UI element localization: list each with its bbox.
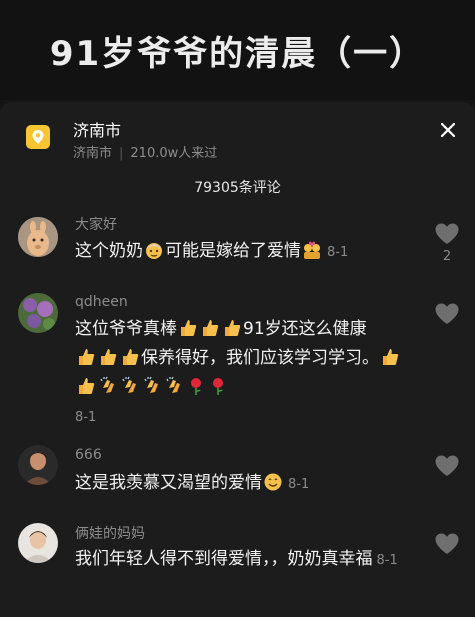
comment-item: qdheen 这位爷爷真棒 91岁还这么健康 保养得好，我们应该学习学习。 8-1 [0, 290, 475, 425]
comment-text-part: 可能是嫁给了爱情 [165, 241, 301, 261]
rose-emoji-icon [191, 378, 201, 395]
location-visitors: 210.0w人来过 [130, 146, 218, 161]
clapping-hands-emoji-icon [122, 376, 136, 393]
thumbs-up-emoji-icon [123, 349, 139, 365]
avatar[interactable] [18, 445, 58, 485]
clapping-hands-emoji-icon [166, 376, 180, 393]
location-city: 济南市 [73, 146, 113, 161]
comment-item: 俩娃的妈妈 我们年轻人得不到得爱情，，奶奶真幸福 8-1 [0, 520, 475, 610]
avatar-alpaca-image [18, 217, 58, 257]
rose-emoji-icon [213, 378, 223, 395]
thumbs-up-emoji-icon [79, 349, 95, 365]
comment-time: 8-1 [75, 410, 97, 425]
thumbs-up-emoji-icon [101, 349, 117, 365]
thumbs-up-emoji-icon [225, 320, 241, 336]
thumbs-up-emoji-icon [181, 320, 197, 336]
comment-text-part: 这是我羡慕又渴望的爱情 [75, 473, 262, 493]
comment-text: 这个奶奶 可能是嫁给了爱情 8-1 [75, 237, 420, 267]
comment-text-part: 91岁还这么健康 [243, 319, 367, 339]
avatar-mother-image [18, 523, 58, 563]
avatar-flowers-image [18, 293, 58, 333]
comment-text-part: 这位爷爷真棒 [75, 319, 177, 339]
comment-username[interactable]: 俩娃的妈妈 [75, 523, 145, 543]
comment-text: 我们年轻人得不到得爱情，，奶奶真幸福 8-1 [75, 545, 420, 575]
comment-time: 8-1 [327, 245, 349, 260]
close-button[interactable] [436, 118, 460, 142]
comment-text-part: 保养得好，我们应该学习学习。 [141, 348, 379, 368]
like-heart-icon[interactable] [434, 454, 460, 478]
clapping-hands-emoji-icon [144, 376, 158, 393]
thumbs-up-emoji-icon [203, 320, 219, 336]
like-heart-icon[interactable] [434, 532, 460, 556]
close-icon [441, 123, 455, 137]
location-pin-glyph [32, 130, 44, 144]
comment-username[interactable]: qdheen [75, 294, 128, 310]
comment-text: 这位爷爷真棒 91岁还这么健康 保养得好，我们应该学习学习。 8-1 [75, 315, 420, 432]
comment-time: 8-1 [288, 477, 310, 492]
comment-item: 666 这是我羡慕又渴望的爱情 8-1 [0, 442, 475, 512]
smiling-face-emoji-icon [264, 473, 282, 491]
thumbs-up-emoji-icon [79, 378, 95, 394]
clapping-hands-emoji-icon [100, 376, 114, 393]
like-count: 2 [442, 249, 452, 264]
comment-count: 79305条评论 [194, 180, 281, 196]
comment-text-part: 这个奶奶 [75, 241, 143, 261]
location-pin-icon[interactable] [26, 125, 50, 149]
location-title[interactable]: 济南市 [73, 117, 121, 141]
like-heart-icon[interactable] [434, 222, 460, 246]
location-separator: | [119, 146, 124, 161]
comment-item: 大家好 这个奶奶 可能是嫁给了爱情 8-1 2 [0, 212, 475, 282]
comment-text: 这是我羡慕又渴望的爱情 8-1 [75, 469, 420, 499]
avatar[interactable] [18, 217, 58, 257]
comment-username[interactable]: 666 [75, 447, 102, 463]
avatar[interactable] [18, 293, 58, 333]
location-subtitle: 济南市 | 210.0w人来过 [73, 142, 217, 161]
comments-panel: 济南市 济南市 | 210.0w人来过 79305条评论 大家好 这个奶奶 可能是嫁给… [0, 102, 475, 617]
avatar-portrait-image [18, 445, 58, 485]
comment-time: 8-1 [376, 553, 398, 568]
video-title: 91岁爷爷的清晨（一） [0, 0, 475, 100]
avatar[interactable] [18, 523, 58, 563]
grandma-emoji-icon [146, 243, 162, 259]
thumbs-up-emoji-icon [383, 349, 399, 365]
kissing-couple-emoji-icon [304, 241, 320, 259]
comment-username[interactable]: 大家好 [75, 214, 117, 234]
like-heart-icon[interactable] [434, 302, 460, 326]
comment-text-part: 我们年轻人得不到得爱情，，奶奶真幸福 [75, 549, 373, 569]
